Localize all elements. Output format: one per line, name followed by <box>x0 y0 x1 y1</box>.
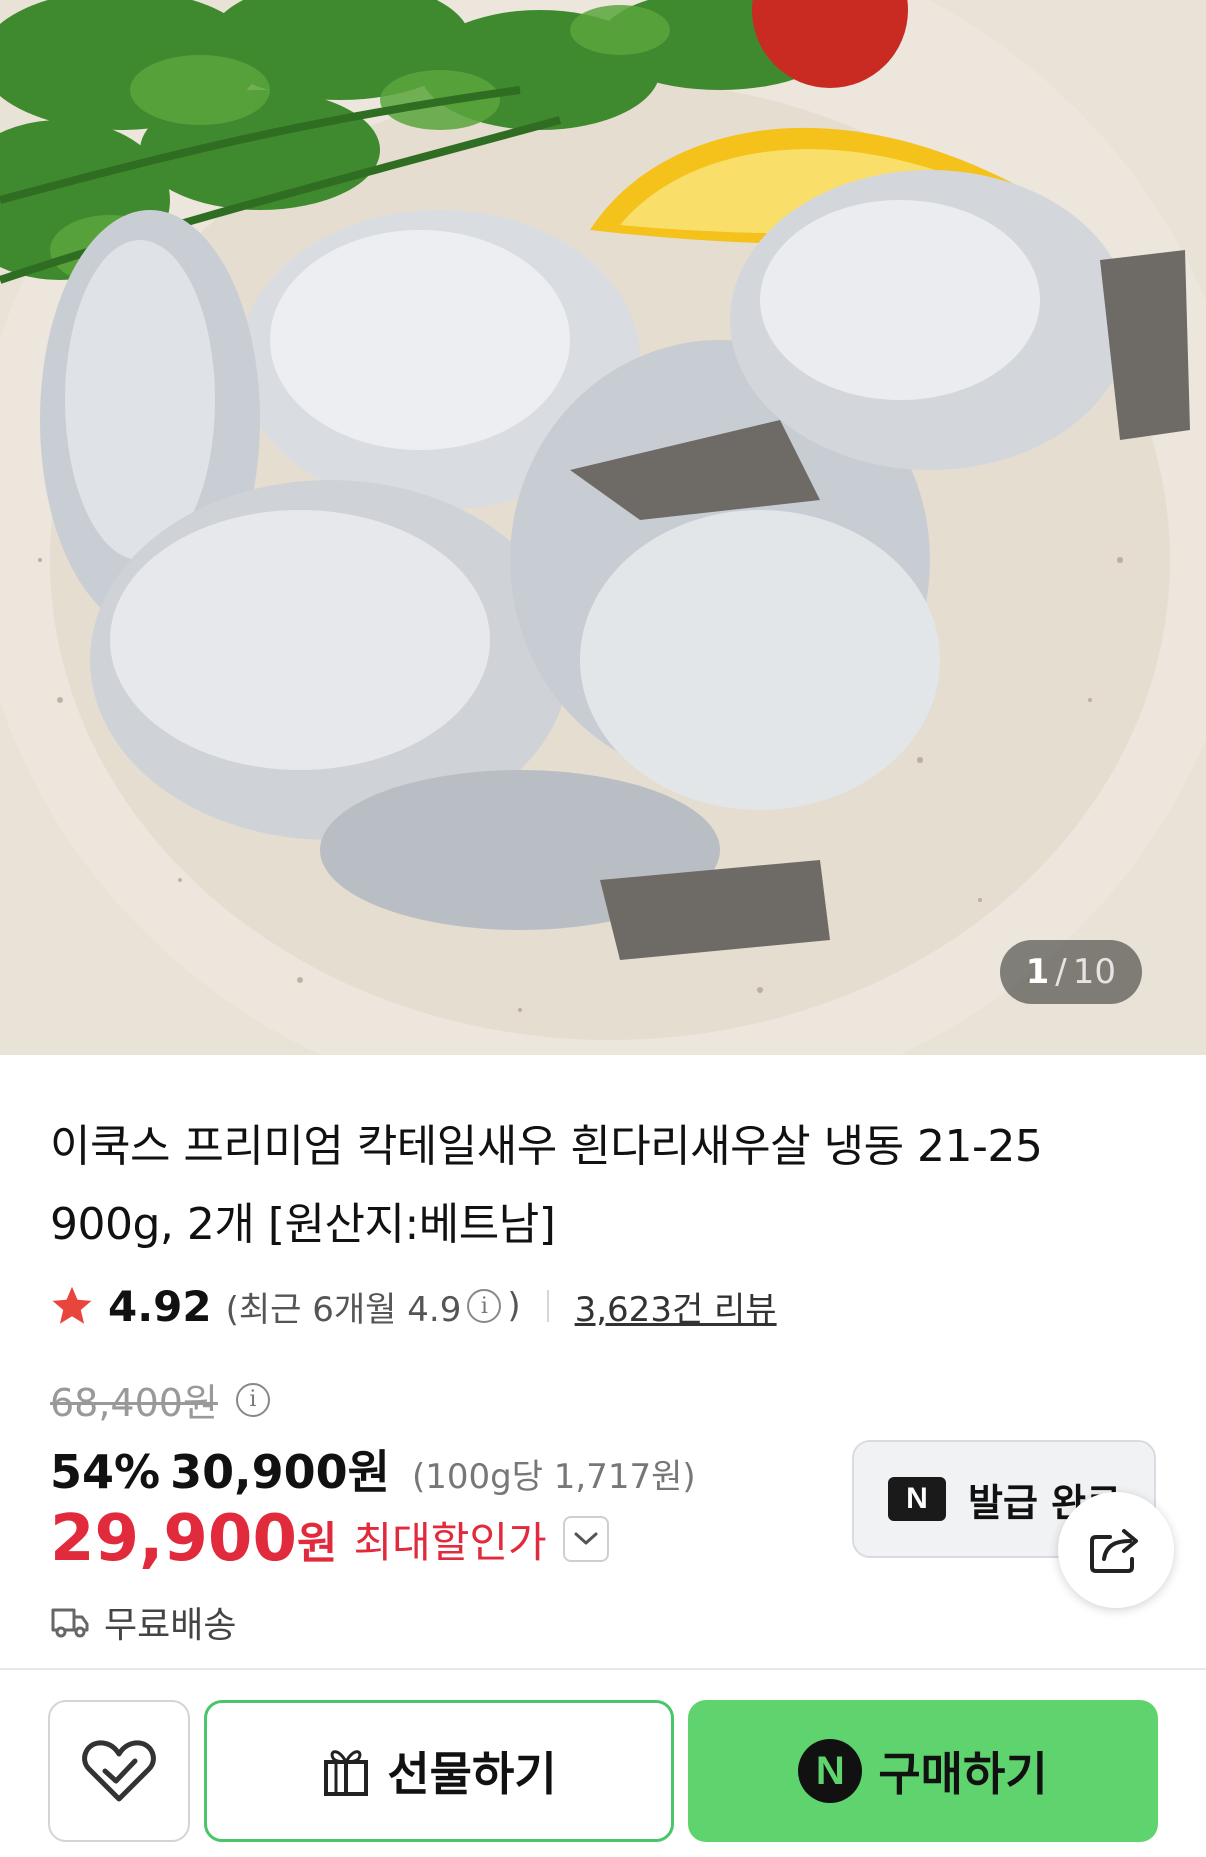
expand-best-price-button[interactable] <box>562 1516 609 1562</box>
truck-icon <box>51 1608 89 1638</box>
product-title-line2: 900g, 2개 [원산지:베트남] <box>50 1199 556 1250</box>
best-price-row[interactable]: 29,900 원 최대할인가 <box>50 1502 609 1576</box>
best-price-label: 최대할인가 <box>353 1517 547 1567</box>
heart-check-icon <box>82 1740 156 1802</box>
gift-icon <box>324 1750 369 1796</box>
image-counter-current: 1 <box>1025 952 1050 992</box>
original-price: 68,400원 <box>50 1381 218 1425</box>
product-title: 이쿡스 프리미엄 칵테일새우 흰다리새우살 냉동 21-25 900g, 2개 … <box>50 1108 1110 1264</box>
recent-rating-text: (최근 6개월 4.9 <box>225 1289 462 1330</box>
image-counter-total: 10 <box>1072 952 1116 992</box>
original-price-row: 68,400원 i <box>50 1372 276 1427</box>
share-button[interactable] <box>1058 1492 1174 1608</box>
buy-button[interactable]: N 구매하기 <box>688 1700 1158 1842</box>
gift-button[interactable]: 선물하기 <box>204 1700 674 1842</box>
info-icon[interactable]: i <box>467 1289 502 1323</box>
price-info-icon[interactable]: i <box>235 1382 270 1417</box>
best-price: 29,900 <box>50 1502 297 1576</box>
buy-button-label: 구매하기 <box>878 1747 1048 1801</box>
gift-button-label: 선물하기 <box>387 1747 557 1801</box>
naver-pay-icon: N <box>798 1739 863 1803</box>
rating-score: 4.92 <box>108 1281 212 1331</box>
product-image[interactable]: 1 / 10 <box>0 0 1206 1055</box>
share-icon <box>1090 1529 1138 1573</box>
recent-rating: (최근 6개월 4.9 i ) <box>226 1282 521 1331</box>
sale-price-row: 54% 30,900원 (100g당 1,717원) <box>50 1436 696 1502</box>
product-title-line1: 이쿡스 프리미엄 칵테일새우 흰다리새우살 냉동 21-25 <box>50 1121 1043 1172</box>
best-price-currency: 원 <box>296 1518 338 1569</box>
chevron-down-icon <box>574 1532 598 1545</box>
sale-price: 30,900원 <box>170 1445 390 1499</box>
star-icon <box>52 1286 92 1324</box>
wishlist-button[interactable] <box>48 1700 190 1842</box>
shipping-row: 무료배송 <box>50 1596 236 1648</box>
image-counter: 1 / 10 <box>999 940 1142 1004</box>
image-counter-separator: / <box>1055 952 1067 992</box>
bottom-bar-divider <box>0 1668 1206 1670</box>
rating-row: 4.92 (최근 6개월 4.9 i ) 3,623건 리뷰 <box>50 1278 777 1334</box>
recent-rating-close: ) <box>507 1286 521 1326</box>
divider <box>546 1290 549 1322</box>
product-photo <box>0 0 1206 1055</box>
review-count-link[interactable]: 3,623건 리뷰 <box>575 1282 777 1331</box>
discount-rate: 54% <box>50 1445 161 1499</box>
naver-n-icon: N <box>888 1477 946 1521</box>
unit-price: (100g당 1,717원) <box>411 1457 696 1497</box>
shipping-label: 무료배송 <box>104 1605 237 1646</box>
